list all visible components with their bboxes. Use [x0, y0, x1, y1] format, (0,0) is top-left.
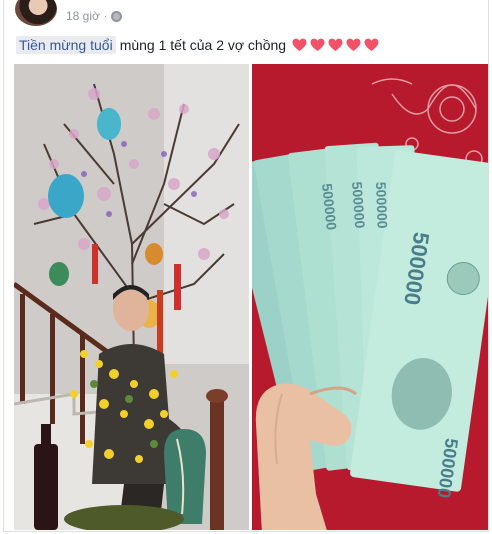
- post-timestamp[interactable]: 18 giờ: [66, 9, 100, 23]
- photo-tree-man[interactable]: [14, 64, 249, 530]
- facebook-post: 18 giờ · Tiền mừng tuổi mùng 1 tết của 2…: [3, 0, 489, 532]
- banknotes-image: 500000 500000 500000 500000 500000: [252, 64, 488, 530]
- post-meta: 18 giờ ·: [66, 9, 123, 23]
- heart-icon: [328, 38, 343, 52]
- svg-text:500000: 500000: [373, 182, 391, 229]
- globe-icon[interactable]: [111, 10, 123, 22]
- hearts-emoji: [292, 38, 379, 52]
- meta-separator: ·: [103, 10, 108, 22]
- heart-icon: [310, 38, 325, 52]
- heart-icon: [346, 38, 361, 52]
- avatar[interactable]: [15, 0, 57, 26]
- svg-text:500000: 500000: [349, 181, 368, 229]
- tree-scene-image: [14, 64, 249, 530]
- photo-banknotes[interactable]: 500000 500000 500000 500000 500000: [252, 64, 488, 530]
- hashtag-link[interactable]: Tiền mừng tuổi: [16, 36, 116, 54]
- caption-text: mùng 1 tết của 2 vợ chồng: [119, 37, 287, 53]
- heart-icon: [364, 38, 379, 52]
- heart-icon: [292, 38, 307, 52]
- post-caption: Tiền mừng tuổi mùng 1 tết của 2 vợ chồng: [16, 36, 379, 54]
